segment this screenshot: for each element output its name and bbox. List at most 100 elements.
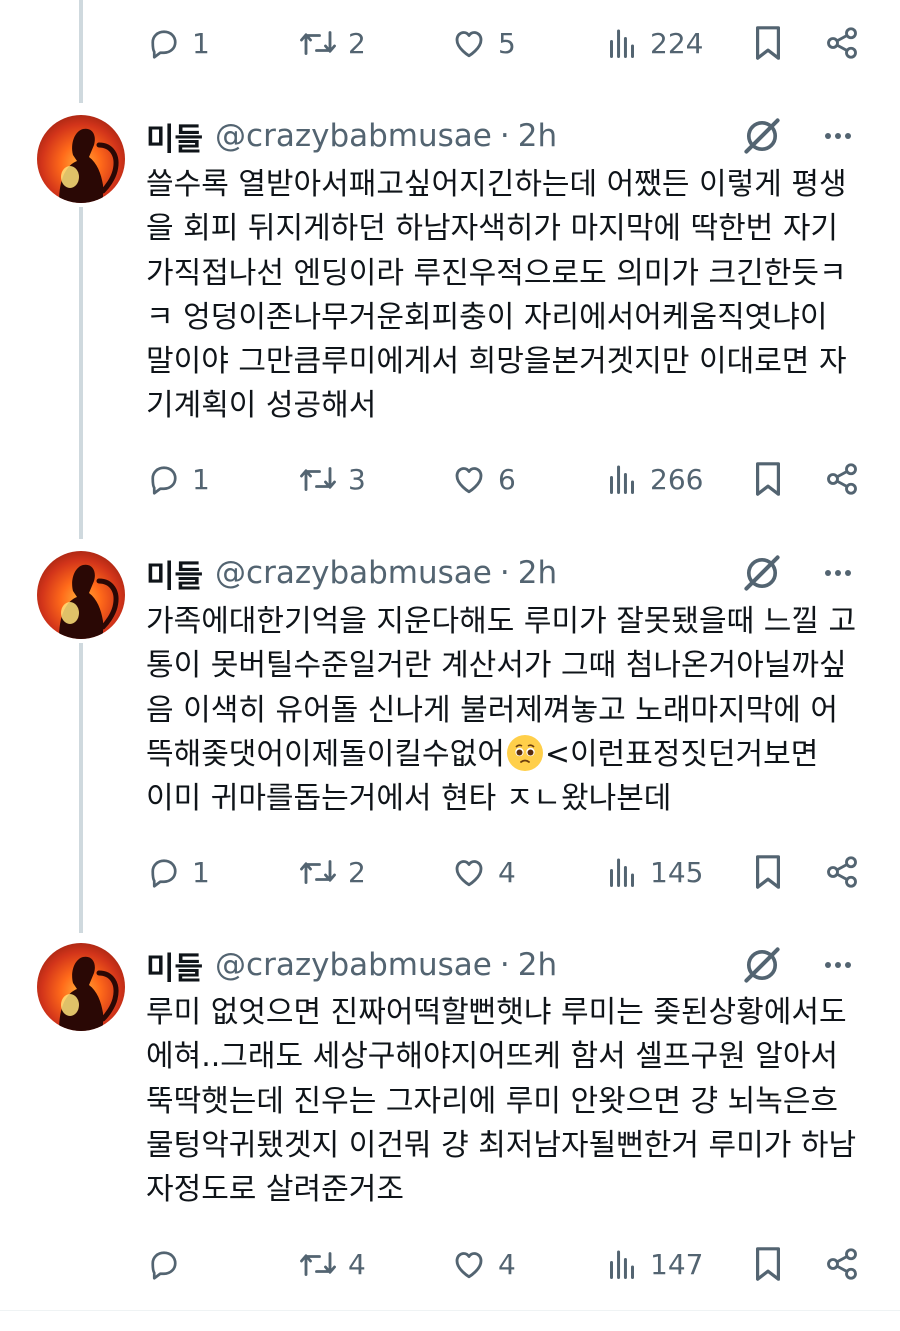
- display-name[interactable]: 미들: [146, 943, 203, 988]
- avatar[interactable]: [37, 115, 125, 203]
- grok-icon[interactable]: [740, 114, 784, 158]
- views-button[interactable]: 145: [604, 847, 703, 897]
- bookmark-button[interactable]: [752, 1239, 784, 1289]
- grok-icon[interactable]: [740, 551, 784, 595]
- reply-icon: [151, 1251, 177, 1280]
- bookmark-button[interactable]: [752, 847, 784, 897]
- grok-icon[interactable]: [740, 943, 784, 987]
- action-bar: 1 2 4 145: [146, 847, 860, 897]
- like-count: 4: [498, 1247, 516, 1281]
- share-icon: [827, 1248, 857, 1280]
- repost-count: 3: [348, 462, 366, 496]
- share-button[interactable]: [824, 454, 860, 504]
- bookmark-icon: [756, 26, 780, 60]
- text-line: 루미 없엇으면 진짜어떡할뻔햇냐 루미는 좆된상황에서도: [146, 995, 847, 1030]
- avatar[interactable]: [37, 551, 125, 639]
- more-icon: [825, 570, 831, 576]
- like-button[interactable]: 4: [450, 847, 516, 897]
- reply-count: 1: [192, 26, 210, 60]
- more-button[interactable]: [816, 945, 860, 985]
- reply-button[interactable]: 1: [146, 847, 210, 897]
- text-line: 가직접나선 엔딩이라 루진우적으로도 의미가 크긴한듯ㅋ: [146, 255, 847, 291]
- repost-button[interactable]: 2: [298, 847, 366, 897]
- views-count: 147: [650, 1247, 704, 1281]
- more-icon: [825, 962, 831, 968]
- reply-icon: [151, 466, 177, 495]
- display-name[interactable]: 미들: [146, 551, 203, 596]
- repost-count: 4: [348, 1247, 366, 1281]
- thread-line: [79, 207, 83, 539]
- repost-icon: [300, 860, 336, 884]
- text-line: 말이야 그만큼루미에게서 희망을본거겟지만 이대로면 자: [146, 344, 847, 380]
- like-icon: [455, 31, 483, 58]
- text-line: 통이 못버틸수준일거란 계산서가 그때 첨나온거아닐까싶: [146, 648, 847, 684]
- repost-icon: [300, 467, 336, 491]
- action-bar: 1 3 6 266: [146, 454, 860, 504]
- repost-count: 2: [348, 26, 366, 60]
- reply-button[interactable]: 1: [146, 454, 210, 504]
- reply-icon: [151, 30, 177, 59]
- bookmark-icon: [756, 855, 780, 889]
- share-icon: [827, 27, 857, 59]
- like-count: 6: [498, 462, 516, 496]
- avatar-silhouette-icon: [59, 564, 119, 639]
- separator-dot: ·: [499, 118, 510, 154]
- views-count: 224: [650, 26, 704, 60]
- views-button[interactable]: 266: [604, 454, 703, 504]
- more-button[interactable]: [816, 553, 860, 593]
- reply-icon: [151, 859, 177, 888]
- views-icon: [610, 1250, 634, 1279]
- bookmark-button[interactable]: [752, 18, 784, 68]
- post-time[interactable]: 2h: [518, 947, 557, 983]
- post-text: 가족에대한기억을 지운다해도 루미가 잘못됐을때 느낄 고 통이 못버틸수준일거…: [146, 600, 866, 821]
- user-handle[interactable]: @crazybabmusae: [215, 947, 492, 983]
- text-line: 이미 귀마를돕는거에서 현타 ㅈㄴ왔나본데: [146, 781, 672, 817]
- views-button[interactable]: 224: [604, 18, 703, 68]
- avatar-silhouette-icon: [59, 128, 119, 203]
- avatar[interactable]: [37, 943, 125, 1031]
- views-icon: [610, 465, 634, 494]
- reply-button[interactable]: [146, 1239, 192, 1289]
- post-time[interactable]: 2h: [518, 118, 557, 154]
- reply-count: 1: [192, 855, 210, 889]
- repost-icon: [300, 31, 336, 55]
- display-name[interactable]: 미들: [146, 114, 203, 159]
- repost-icon: [300, 1252, 336, 1276]
- views-count: 266: [650, 462, 704, 496]
- action-bar: 4 4 147: [146, 1239, 860, 1289]
- thread-line: [79, 0, 83, 103]
- repost-button[interactable]: 2: [298, 18, 366, 68]
- like-icon: [455, 860, 483, 887]
- repost-button[interactable]: 3: [298, 454, 366, 504]
- like-button[interactable]: 5: [450, 18, 516, 68]
- share-icon: [827, 856, 857, 888]
- text-line: 가족에대한기억을 지운다해도 루미가 잘못됐을때 느낄 고: [146, 604, 857, 639]
- text-line: 자정도로 살려준거조: [146, 1172, 404, 1208]
- post-header: 미들 @crazybabmusae · 2h: [146, 114, 860, 159]
- text-line: 에혀..그래도 세상구해야지어뜨케 함서 셀프구원 알아서: [146, 1039, 839, 1075]
- like-count: 5: [498, 26, 516, 60]
- text-line: 뚝딱햇는데 진우는 그자리에 루미 안왓으면 걍 뇌녹은흐: [146, 1083, 839, 1119]
- text-line: 뜩해좆댓어이제돌이킬수없어 <이런표정짓던거보면: [146, 733, 866, 777]
- like-button[interactable]: 6: [450, 454, 516, 504]
- post-time[interactable]: 2h: [518, 555, 557, 591]
- views-button[interactable]: 147: [604, 1239, 703, 1289]
- share-button[interactable]: [824, 847, 860, 897]
- views-icon: [610, 858, 634, 887]
- reply-button[interactable]: 1: [146, 18, 210, 68]
- post-header: 미들 @crazybabmusae · 2h: [146, 943, 860, 988]
- avatar-silhouette-icon: [59, 956, 119, 1031]
- like-button[interactable]: 4: [450, 1239, 516, 1289]
- more-icon: [825, 133, 831, 139]
- user-handle[interactable]: @crazybabmusae: [215, 555, 492, 591]
- bottom-divider: [0, 1310, 900, 1311]
- post-text: 루미 없엇으면 진짜어떡할뻔햇냐 루미는 좆된상황에서도 에혀..그래도 세상구…: [146, 991, 866, 1212]
- separator-dot: ·: [499, 947, 510, 983]
- user-handle[interactable]: @crazybabmusae: [215, 118, 492, 154]
- bookmark-button[interactable]: [752, 454, 784, 504]
- more-button[interactable]: [816, 116, 860, 156]
- share-button[interactable]: [824, 1239, 860, 1289]
- repost-count: 2: [348, 855, 366, 889]
- repost-button[interactable]: 4: [298, 1239, 366, 1289]
- share-button[interactable]: [824, 18, 860, 68]
